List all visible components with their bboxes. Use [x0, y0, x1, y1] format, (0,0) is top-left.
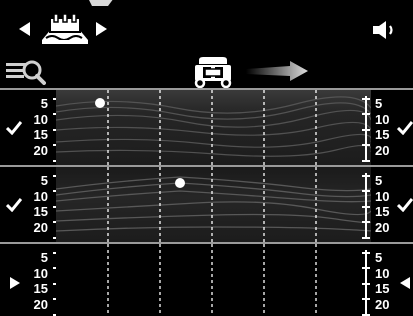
depth-tick: 20 — [375, 142, 390, 158]
depth-tick: 15 — [33, 204, 48, 219]
depth-tick: 20 — [33, 296, 48, 312]
previous-mode-button[interactable] — [19, 22, 30, 36]
depth-tick: 5 — [40, 96, 48, 111]
depth-tick: 15 — [33, 127, 48, 142]
play-right-icon[interactable] — [10, 277, 20, 289]
depth-scale-left: 5 10 15 20 — [18, 250, 61, 316]
foundation-scan-icon — [42, 13, 88, 44]
next-mode-button[interactable] — [96, 22, 107, 36]
depth-tick: 5 — [375, 250, 383, 265]
gpr-scan-panel — [56, 167, 371, 242]
play-left-icon[interactable] — [400, 277, 410, 289]
depth-tick: 20 — [33, 219, 48, 235]
toolbar — [0, 53, 413, 90]
gpr-scan-panel — [56, 90, 371, 165]
depth-tick: 5 — [375, 173, 383, 188]
check-icon[interactable] — [397, 198, 413, 212]
check-icon[interactable] — [397, 121, 413, 135]
depth-tick: 10 — [33, 111, 48, 127]
depth-tick: 5 — [40, 250, 48, 265]
scan-row-3: 5 10 15 20 5 10 15 20 — [0, 244, 413, 316]
header-bar — [0, 0, 413, 53]
scan-row-2: 5 10 15 20 5 10 15 20 — [0, 167, 413, 242]
depth-tick: 15 — [33, 281, 48, 296]
check-icon[interactable] — [6, 198, 22, 212]
scanner-cart-icon — [194, 57, 232, 88]
scan-row-1: 5 10 15 20 5 10 15 20 — [0, 90, 413, 165]
tab-notch-icon — [89, 0, 113, 6]
arrow-right-icon — [246, 61, 308, 81]
depth-tick: 5 — [40, 173, 48, 188]
depth-scale-left: 5 10 15 20 — [18, 96, 61, 162]
depth-tick: 20 — [33, 142, 48, 158]
target-dot — [95, 98, 105, 108]
depth-tick: 10 — [33, 188, 48, 204]
gpr-scan-panel — [56, 244, 371, 316]
depth-tick: 20 — [375, 296, 390, 312]
target-dot — [175, 178, 185, 188]
depth-tick: 10 — [33, 265, 48, 281]
check-icon[interactable] — [6, 121, 22, 135]
speaker-icon[interactable] — [371, 20, 397, 40]
depth-scale-right: 5 10 15 20 — [362, 250, 405, 316]
depth-scale-left: 5 10 15 20 — [18, 173, 61, 239]
depth-tick: 20 — [375, 219, 390, 235]
depth-tick: 5 — [375, 96, 383, 111]
magnifier-icon[interactable] — [6, 59, 46, 85]
